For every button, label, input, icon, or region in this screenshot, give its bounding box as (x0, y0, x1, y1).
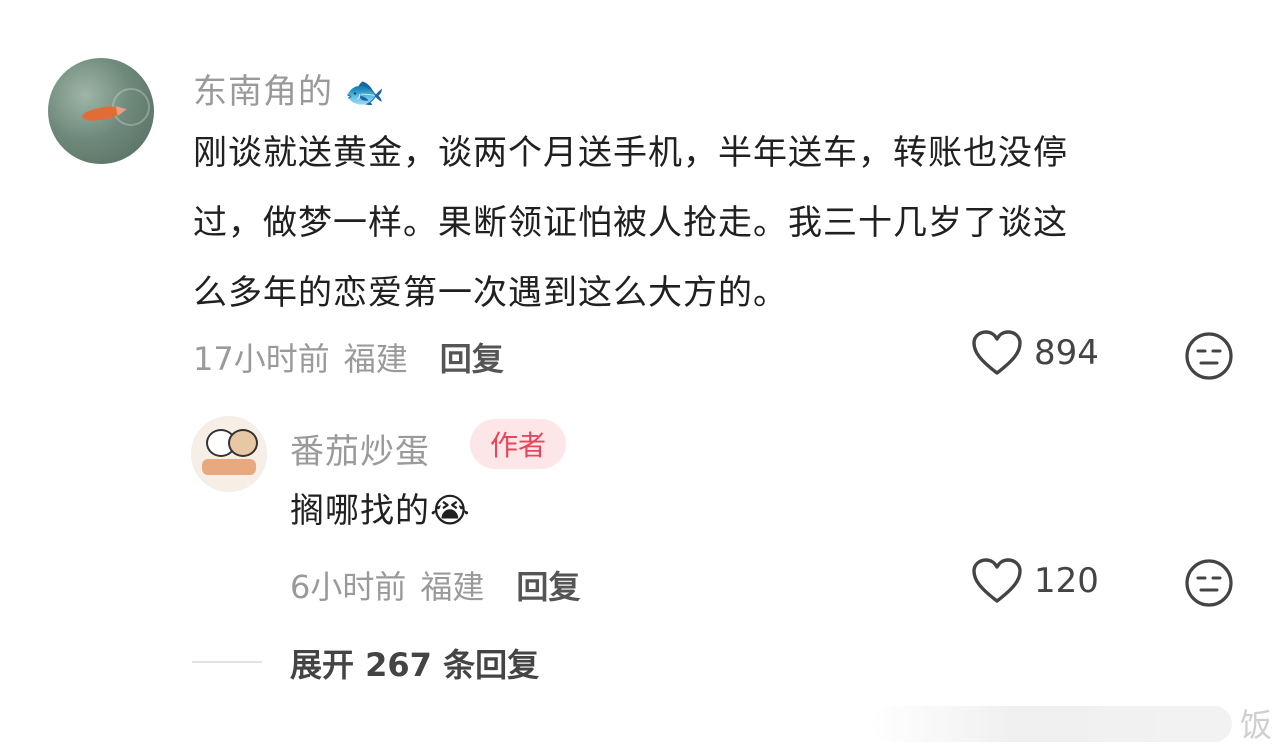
food-plate-icon (202, 459, 256, 475)
reply-button[interactable]: 回复 (440, 334, 504, 380)
comment-time: 17小时前 (193, 340, 330, 378)
neutral-face-icon[interactable] (1184, 331, 1234, 381)
like-button[interactable]: 894 (972, 330, 1099, 376)
comment-meta: 17小时前 福建 回复 (193, 334, 504, 380)
like-count: 894 (1034, 333, 1099, 373)
reply-time: 6小时前 (290, 568, 407, 606)
reply-like-button[interactable]: 120 (972, 558, 1099, 604)
heart-outline-icon (972, 330, 1022, 375)
reply-meta: 6小时前 福建 回复 (290, 562, 580, 608)
comment-line: 么多年的恋爱第一次遇到这么大方的。 (193, 273, 788, 313)
username-text: 东南角的 (193, 72, 333, 112)
expand-replies-button[interactable]: 展开 267 条回复 (290, 640, 539, 686)
comment-username[interactable]: 东南角的 🐟 (193, 64, 386, 113)
koi-fish-icon (81, 104, 119, 124)
reply-like-count: 120 (1034, 561, 1099, 601)
watermark-bar (870, 706, 1232, 742)
bear-icon (228, 429, 258, 457)
reply-body: 搁哪找的😭 (290, 476, 471, 546)
author-badge: 作者 (470, 419, 566, 469)
comment-body: 刚谈就送黄金，谈两个月送手机，半年送车，转账也没停 过，做梦一样。果断领证怕被人… (193, 118, 1253, 328)
heart-outline-icon (972, 558, 1022, 603)
reply-location: 福建 (420, 568, 485, 606)
neutral-face-icon[interactable] (1184, 558, 1234, 608)
watermark: 饭 (1240, 706, 1273, 744)
fish-emoji-icon: 🐟 (344, 73, 386, 111)
reply-avatar[interactable] (191, 416, 267, 492)
comment-location: 福建 (343, 340, 408, 378)
comment-line: 刚谈就送黄金，谈两个月送手机，半年送车，转账也没停 (193, 133, 1068, 173)
reply-username[interactable]: 番茄炒蛋 (290, 424, 430, 473)
reply-reply-button[interactable]: 回复 (516, 562, 580, 608)
expand-divider (192, 661, 262, 663)
reply-text: 搁哪找的 (290, 491, 430, 531)
avatar[interactable] (48, 58, 154, 164)
comment-line: 过，做梦一样。果断领证怕被人抢走。我三十几岁了谈这 (193, 203, 1068, 243)
crying-emoji-icon: 😭 (430, 491, 471, 531)
